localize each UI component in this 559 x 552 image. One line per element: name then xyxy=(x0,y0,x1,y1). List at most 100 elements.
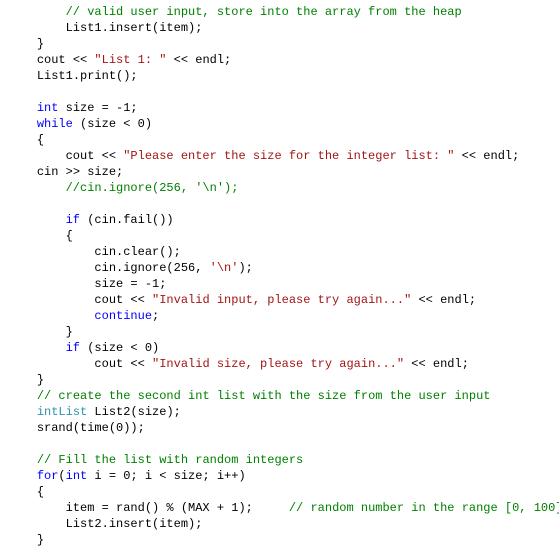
code-token-sp xyxy=(8,485,37,499)
code-line: { xyxy=(8,132,559,148)
code-token-sp xyxy=(8,469,37,483)
code-token-comment: // create the second int list with the s… xyxy=(37,389,491,403)
code-token-default: } xyxy=(66,325,73,339)
code-line: cin >> size; xyxy=(8,164,559,180)
code-token-sp xyxy=(8,149,66,163)
code-line: cout << "Please enter the size for the i… xyxy=(8,148,559,164)
code-token-default: { xyxy=(37,485,44,499)
code-token-string: '\n' xyxy=(210,261,239,275)
code-token-string: "Invalid input, please try again..." xyxy=(152,293,411,307)
code-token-default: size = -1; xyxy=(94,277,166,291)
code-line: size = -1; xyxy=(8,276,559,292)
code-line: continue; xyxy=(8,308,559,324)
code-token-default: } xyxy=(37,37,44,51)
code-token-sp xyxy=(8,101,37,115)
code-token-default: List2(size); xyxy=(87,405,181,419)
code-token-default: i = 0; i < size; i++) xyxy=(87,469,245,483)
code-token-sp xyxy=(8,53,37,67)
code-token-sp xyxy=(8,165,37,179)
code-token-keyword: if xyxy=(66,341,80,355)
code-line: // Fill the list with random integers xyxy=(8,452,559,468)
code-token-default: cin.clear(); xyxy=(94,245,180,259)
code-line xyxy=(8,436,559,452)
code-line: List2.insert(item); xyxy=(8,516,559,532)
code-line: } xyxy=(8,372,559,388)
code-token-sp xyxy=(8,501,66,515)
code-token-default: << endl; xyxy=(404,357,469,371)
code-line: { xyxy=(8,484,559,500)
code-token-sp xyxy=(8,325,66,339)
code-line xyxy=(8,84,559,100)
code-token-default: (size < 0) xyxy=(73,117,152,131)
code-token-default: srand(time(0)); xyxy=(37,421,145,435)
code-token-string: "Please enter the size for the integer l… xyxy=(123,149,454,163)
code-token-string: "Invalid size, please try again..." xyxy=(152,357,404,371)
code-token-default: << endl; xyxy=(454,149,519,163)
code-token-keyword: continue xyxy=(94,309,152,323)
code-token-sp xyxy=(8,37,37,51)
code-token-default: { xyxy=(66,229,73,243)
code-line: while (size < 0) xyxy=(8,116,559,132)
code-token-default: size = -1; xyxy=(58,101,137,115)
code-token-default: } xyxy=(37,373,44,387)
code-line: } xyxy=(8,36,559,52)
code-token-sp xyxy=(8,261,94,275)
code-line: intList List2(size); xyxy=(8,404,559,420)
code-token-sp xyxy=(8,373,37,387)
code-line: //cin.ignore(256, '\n'); xyxy=(8,180,559,196)
code-token-default: } xyxy=(37,533,44,547)
code-token-keyword: if xyxy=(66,213,80,227)
code-token-keyword: int xyxy=(66,469,88,483)
code-token-default: cout << xyxy=(37,53,95,67)
code-token-comment: // random number in the range [0, 100] xyxy=(289,501,559,515)
code-line: } xyxy=(8,324,559,340)
code-token-default: cout << xyxy=(94,357,152,371)
code-block: // valid user input, store into the arra… xyxy=(0,0,559,552)
code-line: int size = -1; xyxy=(8,100,559,116)
code-token-keyword: int xyxy=(37,101,59,115)
code-line: if (size < 0) xyxy=(8,340,559,356)
code-line xyxy=(8,196,559,212)
code-token-sp xyxy=(8,181,66,195)
code-token-comment: // Fill the list with random integers xyxy=(37,453,303,467)
code-token-keyword: while xyxy=(37,117,73,131)
code-token-sp xyxy=(8,389,37,403)
code-token-sp xyxy=(8,5,66,19)
code-token-sp xyxy=(8,229,66,243)
code-line: // valid user input, store into the arra… xyxy=(8,4,559,20)
code-token-default: << endl; xyxy=(166,53,231,67)
code-token-comment: //cin.ignore(256, '\n'); xyxy=(66,181,239,195)
code-token-sp xyxy=(8,341,66,355)
code-line: cout << "List 1: " << endl; xyxy=(8,52,559,68)
code-token-sp xyxy=(8,117,37,131)
code-token-sp xyxy=(8,69,37,83)
code-line: cout << "Invalid size, please try again.… xyxy=(8,356,559,372)
code-token-string: "List 1: " xyxy=(94,53,166,67)
code-token-default: ); xyxy=(238,261,252,275)
code-token-sp xyxy=(8,517,66,531)
code-token-sp xyxy=(8,405,37,419)
code-token-default: cin.ignore(256, xyxy=(94,261,209,275)
code-token-sp xyxy=(8,421,37,435)
code-token-default: ; xyxy=(152,309,159,323)
code-token-default: cin >> size; xyxy=(37,165,123,179)
code-token-sp xyxy=(8,277,94,291)
code-token-sp xyxy=(8,213,66,227)
code-token-default: List1.insert(item); xyxy=(66,21,203,35)
code-line: cin.clear(); xyxy=(8,244,559,260)
code-token-default: << endl; xyxy=(411,293,476,307)
code-token-default: (size < 0) xyxy=(80,341,159,355)
code-token-type: intList xyxy=(37,405,87,419)
code-token-default: cout << xyxy=(94,293,152,307)
code-token-sp xyxy=(8,133,37,147)
code-token-default: (cin.fail()) xyxy=(80,213,174,227)
code-token-default: List1.print(); xyxy=(37,69,138,83)
code-token-default: List2.insert(item); xyxy=(66,517,203,531)
code-token-sp xyxy=(8,533,37,547)
code-token-default: item = rand() % (MAX + 1); xyxy=(66,501,289,515)
code-line: { xyxy=(8,228,559,244)
code-line: srand(time(0)); xyxy=(8,420,559,436)
code-token-sp xyxy=(8,245,94,259)
code-token-sp xyxy=(8,293,94,307)
code-line: List1.print(); xyxy=(8,68,559,84)
